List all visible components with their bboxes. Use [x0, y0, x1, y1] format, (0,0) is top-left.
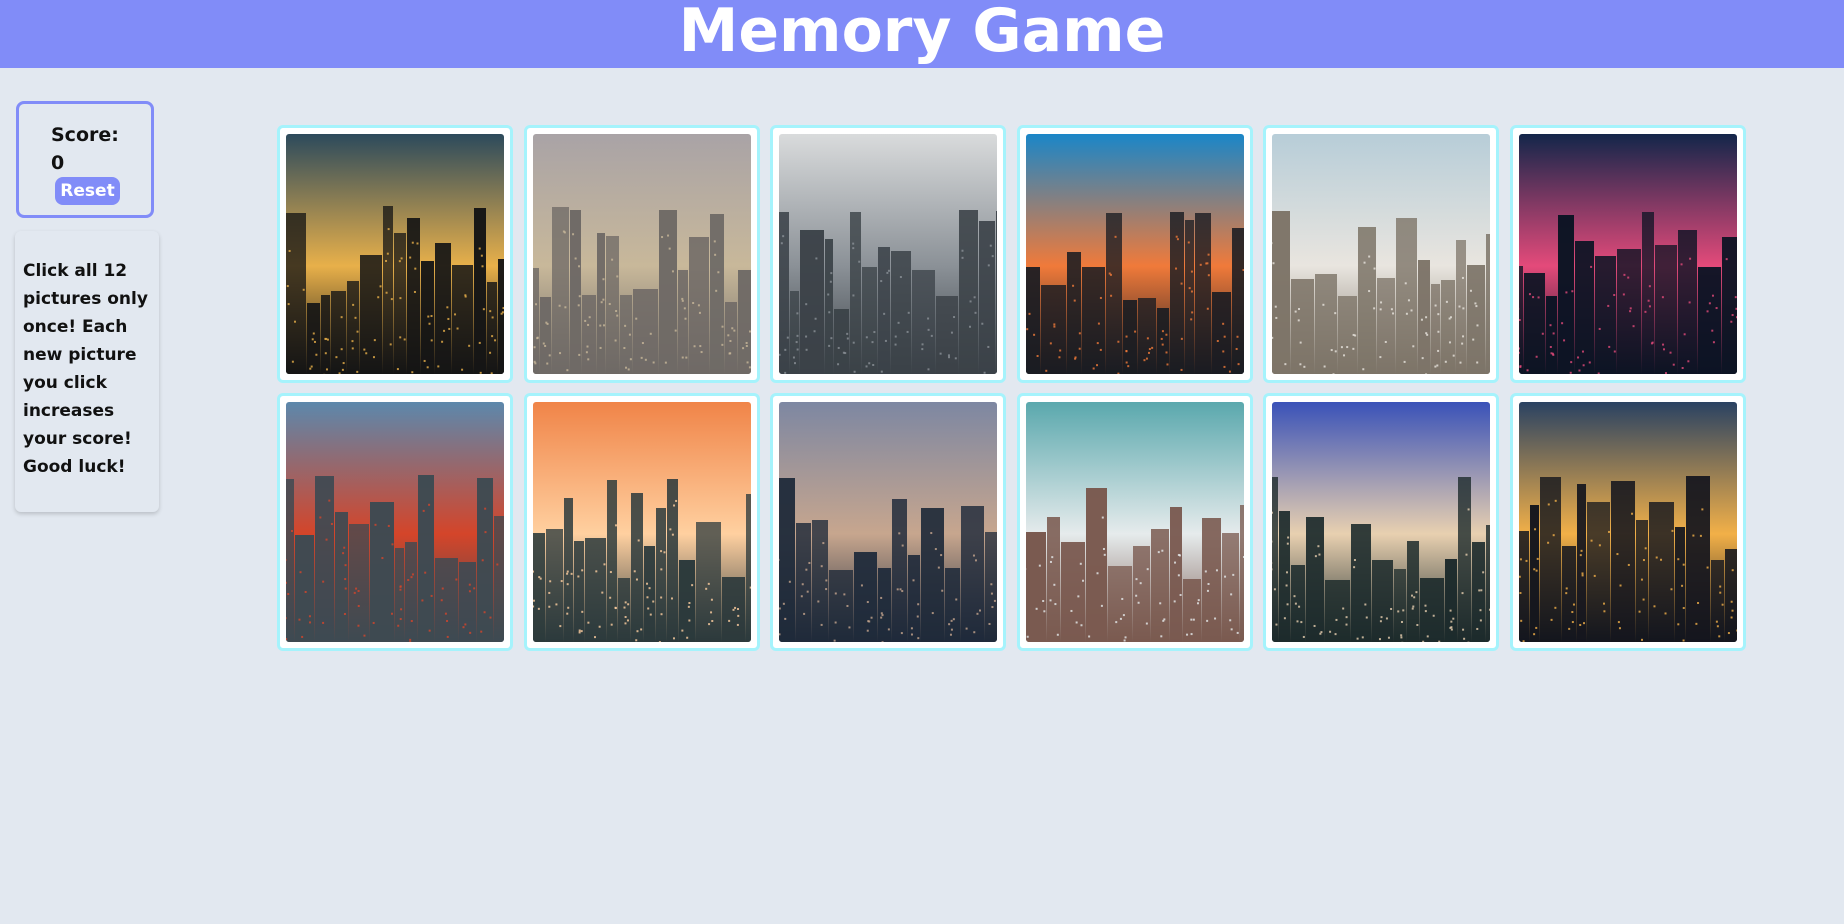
memory-card[interactable]: [523, 125, 760, 383]
city-photo: [1272, 134, 1490, 374]
score-panel: Score: 0 Reset: [16, 101, 154, 218]
city-photo: [1518, 134, 1737, 374]
city-photo: [286, 402, 504, 642]
score-value: 0: [51, 152, 65, 174]
city-photo: [1025, 134, 1244, 374]
memory-card[interactable]: [1263, 125, 1499, 383]
page-title: Memory Game: [678, 0, 1166, 66]
city-photo: [1518, 402, 1737, 642]
city-photo: [532, 402, 751, 642]
reset-button[interactable]: Reset: [55, 177, 120, 205]
memory-card[interactable]: [1263, 393, 1499, 651]
instructions-text: Click all 12 pictures only once! Each ne…: [23, 261, 148, 477]
city-photo: [1272, 402, 1490, 642]
city-photo: [779, 134, 997, 374]
header-bar: Memory Game: [0, 0, 1844, 68]
memory-card[interactable]: [1509, 125, 1746, 383]
memory-card[interactable]: [1016, 393, 1253, 651]
city-photo: [286, 134, 504, 374]
memory-card[interactable]: [277, 393, 513, 651]
memory-card[interactable]: [770, 393, 1006, 651]
memory-card[interactable]: [1509, 393, 1746, 651]
memory-card[interactable]: [770, 125, 1006, 383]
city-photo: [532, 134, 751, 374]
card-grid: [277, 125, 1746, 651]
city-photo: [1025, 402, 1244, 642]
score-label: Score:: [51, 124, 119, 146]
city-photo: [779, 402, 997, 642]
instructions-panel: Click all 12 pictures only once! Each ne…: [15, 231, 159, 512]
memory-card[interactable]: [523, 393, 760, 651]
memory-card[interactable]: [277, 125, 513, 383]
memory-card[interactable]: [1016, 125, 1253, 383]
